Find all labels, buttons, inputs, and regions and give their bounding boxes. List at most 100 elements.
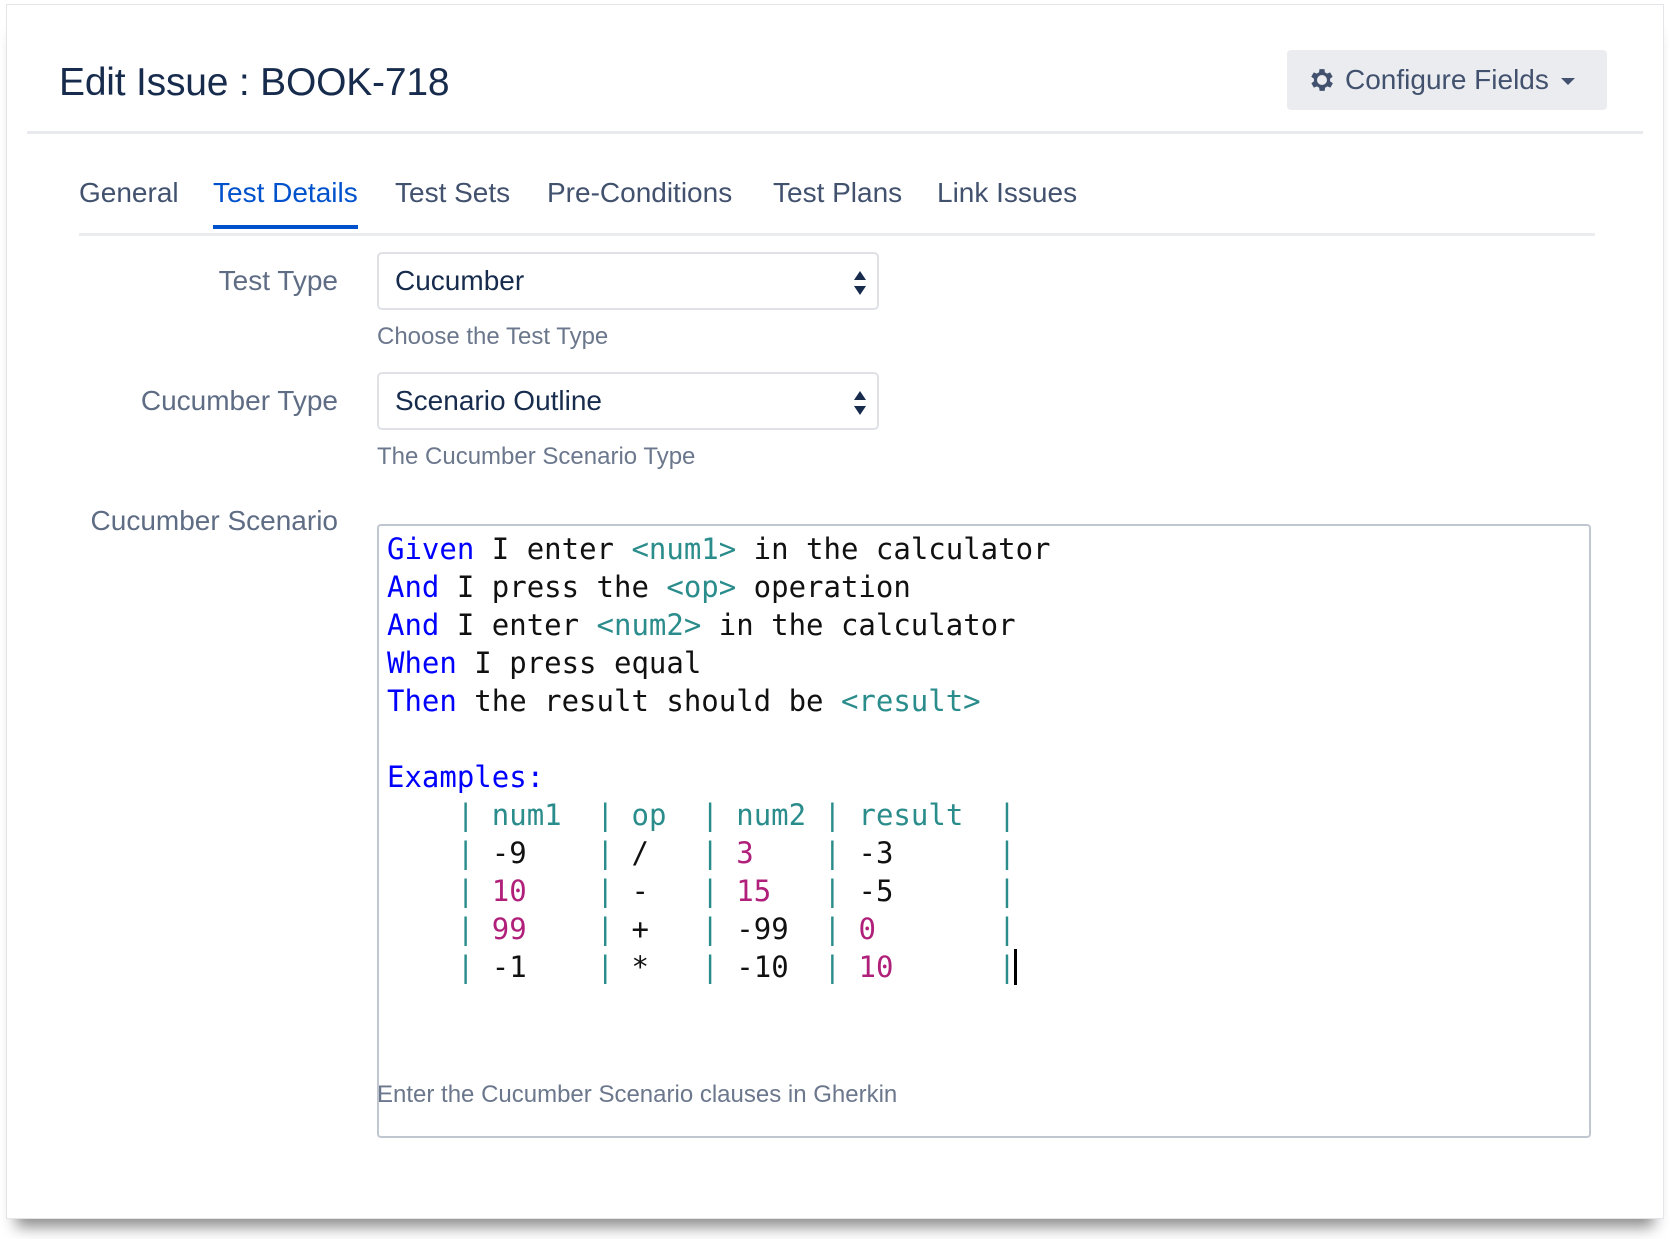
configure-fields-button[interactable]: Configure Fields bbox=[1287, 50, 1607, 110]
cucumber-type-help: The Cucumber Scenario Type bbox=[377, 443, 696, 470]
table-pipe: | bbox=[998, 836, 1016, 870]
select-arrows-icon bbox=[854, 391, 866, 415]
table-cell: 3 bbox=[736, 836, 754, 870]
edit-issue-dialog: Edit Issue : BOOK-718 Configure Fields G… bbox=[6, 4, 1664, 1219]
code-line: | 99 | + | -99 | 0 | bbox=[387, 910, 1581, 948]
table-cell: 15 bbox=[736, 874, 772, 908]
step-keyword: When bbox=[387, 646, 457, 680]
table-cell: 99 bbox=[491, 912, 527, 946]
table-pipe: | bbox=[823, 874, 842, 908]
table-pipe: | bbox=[596, 950, 615, 984]
test-type-value: Cucumber bbox=[395, 265, 525, 296]
tab-test-plans[interactable]: Test Plans bbox=[773, 177, 902, 219]
code-line: | -1 | * | -10 | 10 | bbox=[387, 948, 1581, 986]
cucumber-type-value: Scenario Outline bbox=[395, 385, 603, 416]
cucumber-scenario-label: Cucumber Scenario bbox=[90, 505, 338, 536]
step-placeholder: <result> bbox=[840, 684, 981, 718]
table-pipe: | bbox=[823, 798, 842, 832]
step-keyword: And bbox=[387, 608, 440, 642]
table-header-cell: num2 bbox=[736, 798, 807, 832]
table-pipe: | bbox=[596, 912, 615, 946]
table-pipe: | bbox=[823, 950, 842, 984]
step-keyword: And bbox=[387, 570, 440, 604]
step-text: operation bbox=[736, 570, 911, 604]
code-line: Then the result should be <result> bbox=[387, 682, 1581, 720]
table-cell: - bbox=[631, 874, 649, 908]
table-pipe: | bbox=[998, 798, 1016, 832]
code-line: And I press the <op> operation bbox=[387, 568, 1581, 606]
step-keyword: Then bbox=[387, 684, 457, 718]
table-cell: -99 bbox=[736, 912, 789, 946]
step-text: I press equal bbox=[456, 646, 702, 680]
code-line: | num1 | op | num2 | result | bbox=[387, 796, 1581, 834]
table-pipe: | bbox=[596, 798, 615, 832]
table-cell: / bbox=[631, 836, 649, 870]
table-pipe: | bbox=[456, 836, 475, 870]
table-cell: + bbox=[631, 912, 649, 946]
examples-keyword: Examples: bbox=[387, 760, 545, 794]
table-cell: 10 bbox=[491, 874, 527, 908]
tab-general[interactable]: General bbox=[79, 177, 179, 219]
step-text: I press the bbox=[439, 570, 667, 604]
table-header-cell: op bbox=[631, 798, 667, 832]
table-cell: 10 bbox=[858, 950, 894, 984]
cucumber-scenario-help: Enter the Cucumber Scenario clauses in G… bbox=[377, 1081, 898, 1108]
page-title: Edit Issue : BOOK-718 bbox=[59, 61, 450, 104]
code-line: Examples: bbox=[387, 758, 1581, 796]
step-text: I enter bbox=[474, 532, 632, 566]
table-pipe: | bbox=[701, 950, 719, 984]
table-cell: -3 bbox=[858, 836, 894, 870]
tab-bar: General Test Details Test Sets Pre-Condi… bbox=[79, 177, 1595, 237]
cucumber-type-select[interactable]: Scenario Outline bbox=[377, 372, 879, 430]
table-pipe: | bbox=[701, 836, 719, 870]
test-type-help: Choose the Test Type bbox=[377, 323, 609, 350]
tabs-divider bbox=[79, 233, 1595, 236]
table-pipe: | bbox=[998, 912, 1016, 946]
table-cell: 0 bbox=[858, 912, 876, 946]
table-header-cell: result bbox=[858, 798, 964, 832]
table-pipe: | bbox=[701, 798, 719, 832]
tab-link-issues[interactable]: Link Issues bbox=[937, 177, 1077, 219]
gear-icon bbox=[1311, 69, 1333, 91]
cucumber-type-label: Cucumber Type bbox=[140, 385, 338, 416]
table-pipe: | bbox=[596, 874, 615, 908]
select-arrows-icon bbox=[854, 271, 866, 295]
table-pipe: | bbox=[823, 912, 842, 946]
table-pipe: | bbox=[998, 874, 1016, 908]
step-text: the result should be bbox=[456, 684, 841, 718]
table-cell: -9 bbox=[491, 836, 527, 870]
table-pipe: | bbox=[701, 912, 719, 946]
table-pipe: | bbox=[596, 836, 615, 870]
code-line: When I press equal bbox=[387, 644, 1581, 682]
table-pipe: | bbox=[456, 798, 475, 832]
test-type-select[interactable]: Cucumber bbox=[377, 252, 879, 310]
header-divider bbox=[27, 131, 1643, 134]
code-line: And I enter <num2> in the calculator bbox=[387, 606, 1581, 644]
test-type-label: Test Type bbox=[218, 265, 338, 296]
chevron-down-icon bbox=[1560, 77, 1575, 85]
table-cell: -1 bbox=[491, 950, 527, 984]
table-pipe: | bbox=[701, 874, 719, 908]
step-text: in the calculator bbox=[736, 532, 1051, 566]
tab-test-details[interactable]: Test Details bbox=[213, 177, 358, 229]
dialog-header: Edit Issue : BOOK-718 Configure Fields bbox=[7, 5, 1663, 134]
tab-test-sets[interactable]: Test Sets bbox=[395, 177, 510, 219]
table-pipe: | bbox=[456, 912, 475, 946]
code-line: Given I enter <num1> in the calculator bbox=[387, 530, 1581, 568]
table-pipe: | bbox=[823, 836, 842, 870]
table-pipe: | bbox=[456, 950, 475, 984]
code-line: | 10 | - | 15 | -5 | bbox=[387, 872, 1581, 910]
step-placeholder: <op> bbox=[666, 570, 737, 604]
table-cell: -10 bbox=[736, 950, 789, 984]
table-cell: * bbox=[631, 950, 649, 984]
step-placeholder: <num1> bbox=[631, 532, 737, 566]
tab-pre-conditions[interactable]: Pre-Conditions bbox=[547, 177, 732, 219]
step-placeholder: <num2> bbox=[596, 608, 702, 642]
scenario-code: Given I enter <num1> in the calculator An… bbox=[387, 530, 1581, 986]
code-line: | -9 | / | 3 | -3 | bbox=[387, 834, 1581, 872]
cucumber-scenario-editor[interactable]: Given I enter <num1> in the calculator An… bbox=[377, 524, 1591, 1138]
table-header-cell: num1 bbox=[491, 798, 562, 832]
configure-fields-label: Configure Fields bbox=[1345, 64, 1549, 95]
step-text: I enter bbox=[439, 608, 597, 642]
